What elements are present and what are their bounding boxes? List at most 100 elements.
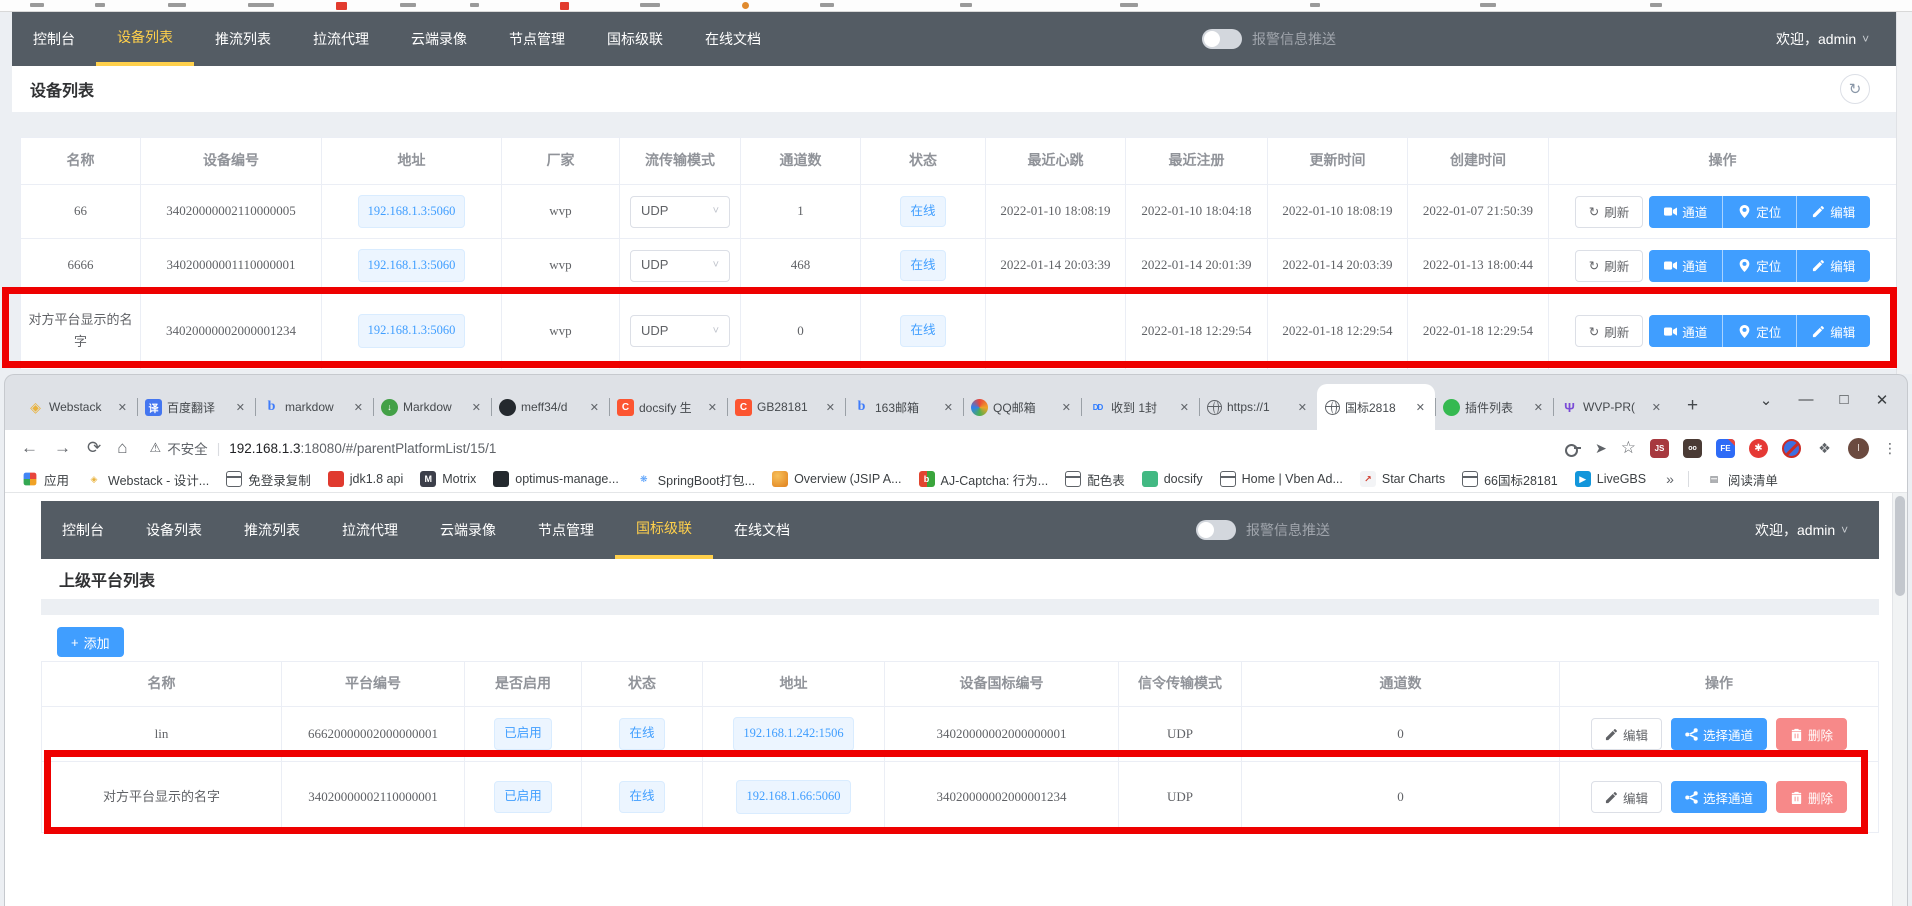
nav-tab-cloud-record[interactable]: 云端录像 bbox=[390, 12, 488, 66]
refresh-device-button[interactable]: ↻刷新 bbox=[1575, 250, 1644, 282]
nav-tab-console[interactable]: 控制台 bbox=[12, 12, 96, 66]
profile-avatar[interactable]: I bbox=[1848, 438, 1869, 459]
delete-platform-button[interactable]: 删除 bbox=[1776, 781, 1847, 813]
locate-button[interactable]: 定位 bbox=[1722, 196, 1796, 228]
password-key-icon[interactable] bbox=[1565, 443, 1581, 453]
close-icon[interactable]: ✕ bbox=[1532, 399, 1545, 416]
home-icon[interactable]: ⌂ bbox=[117, 438, 127, 458]
bookmark-item[interactable]: ◈Webstack - 设计... bbox=[86, 470, 209, 489]
bookmark-item[interactable]: jdk1.8 api bbox=[328, 471, 404, 487]
reload-icon[interactable]: ⟳ bbox=[87, 438, 101, 458]
adblock-extension-icon[interactable]: ✱ bbox=[1749, 439, 1768, 458]
bookmark-star-icon[interactable]: ☆ bbox=[1621, 438, 1636, 458]
user-menu[interactable]: 欢迎，admin ˅ bbox=[1776, 29, 1869, 49]
nav-tab-cloud-record[interactable]: 云端录像 bbox=[419, 501, 517, 559]
json-viewer-extension-icon[interactable]: JS bbox=[1650, 439, 1669, 458]
select-channels-button[interactable]: 选择通道 bbox=[1671, 781, 1767, 813]
nav-tab-pull-proxy[interactable]: 拉流代理 bbox=[321, 501, 419, 559]
nav-tab-node-manage[interactable]: 节点管理 bbox=[488, 12, 586, 66]
bookmark-item[interactable]: 配色表 bbox=[1065, 470, 1125, 489]
refresh-page-button[interactable]: ↻ bbox=[1840, 74, 1870, 104]
minimize-button[interactable]: — bbox=[1791, 391, 1821, 408]
bookmark-item[interactable]: bAJ-Captcha: 行为... bbox=[919, 470, 1049, 489]
nav-tab-node-manage[interactable]: 节点管理 bbox=[517, 501, 615, 559]
nav-tab-pull-proxy[interactable]: 拉流代理 bbox=[292, 12, 390, 66]
edit-device-button[interactable]: 编辑 bbox=[1796, 315, 1870, 347]
nav-tab-online-docs[interactable]: 在线文档 bbox=[713, 501, 811, 559]
transport-select[interactable]: UDP˅ bbox=[630, 196, 730, 228]
close-icon[interactable]: ✕ bbox=[352, 399, 365, 416]
browser-menu-icon[interactable]: ⋮ bbox=[1883, 440, 1897, 457]
browser-tab[interactable]: QQ邮箱✕ bbox=[963, 384, 1081, 430]
address-chip[interactable]: 192.168.1.3:5060 bbox=[358, 195, 466, 228]
close-icon[interactable]: ✕ bbox=[942, 399, 955, 416]
reading-list-button[interactable]: ▤阅读清单 bbox=[1706, 470, 1778, 489]
bookmark-item[interactable]: Home | Vben Ad... bbox=[1220, 471, 1343, 487]
security-label[interactable]: 不安全 bbox=[167, 438, 208, 458]
close-icon[interactable]: ✕ bbox=[116, 399, 129, 416]
alarm-push-toggle[interactable] bbox=[1202, 29, 1242, 49]
close-icon[interactable]: ✕ bbox=[824, 399, 837, 416]
edit-platform-button[interactable]: 编辑 bbox=[1591, 718, 1662, 750]
scrollbar[interactable] bbox=[1892, 493, 1907, 906]
close-icon[interactable]: ✕ bbox=[588, 399, 601, 416]
scrollbar[interactable] bbox=[1896, 12, 1912, 374]
nav-tab-console[interactable]: 控制台 bbox=[41, 501, 125, 559]
browser-tab[interactable]: bmarkdow✕ bbox=[255, 384, 373, 430]
nav-tab-online-docs[interactable]: 在线文档 bbox=[684, 12, 782, 66]
select-channels-button[interactable]: 选择通道 bbox=[1671, 718, 1767, 750]
nav-tab-device-list[interactable]: 设备列表 bbox=[96, 12, 194, 66]
close-icon[interactable]: ✕ bbox=[1060, 399, 1073, 416]
channels-button[interactable]: 通道 bbox=[1649, 250, 1722, 282]
refresh-device-button[interactable]: ↻刷新 bbox=[1575, 196, 1644, 228]
nav-tab-gb-cascade[interactable]: 国标级联 bbox=[615, 501, 713, 559]
maximize-button[interactable]: □ bbox=[1829, 391, 1859, 408]
alarm-push-toggle[interactable] bbox=[1196, 520, 1236, 540]
browser-tab[interactable]: ΨWVP-PR(✕ bbox=[1553, 384, 1671, 430]
delete-platform-button[interactable]: 删除 bbox=[1776, 718, 1847, 750]
bookmark-item[interactable]: ❋SpringBoot打包... bbox=[636, 470, 755, 489]
bookmark-item[interactable]: 免登录复制 bbox=[226, 470, 311, 489]
address-chip[interactable]: 192.168.1.3:5060 bbox=[358, 314, 466, 347]
new-tab-button[interactable]: + bbox=[1687, 395, 1698, 417]
nav-tab-gb-cascade[interactable]: 国标级联 bbox=[586, 12, 684, 66]
scrollbar-thumb[interactable] bbox=[1895, 496, 1905, 596]
edit-device-button[interactable]: 编辑 bbox=[1796, 196, 1870, 228]
close-icon[interactable]: ✕ bbox=[1650, 399, 1663, 416]
browser-tab[interactable]: Cdocsify 生✕ bbox=[609, 384, 727, 430]
send-to-device-icon[interactable]: ➤ bbox=[1595, 440, 1607, 457]
browser-tab-active[interactable]: 国标2818✕ bbox=[1317, 384, 1435, 430]
browser-tab[interactable]: CGB28181✕ bbox=[727, 384, 845, 430]
close-window-button[interactable]: ✕ bbox=[1867, 391, 1897, 409]
blocker-extension-icon[interactable] bbox=[1782, 439, 1801, 458]
browser-tab[interactable]: meff34/d✕ bbox=[491, 384, 609, 430]
locate-button[interactable]: 定位 bbox=[1722, 315, 1796, 347]
user-menu[interactable]: 欢迎，admin ˅ bbox=[1755, 520, 1848, 540]
close-icon[interactable]: ✕ bbox=[1296, 399, 1309, 416]
nav-tab-device-list[interactable]: 设备列表 bbox=[125, 501, 223, 559]
channels-button[interactable]: 通道 bbox=[1649, 196, 1722, 228]
forward-icon[interactable]: → bbox=[54, 438, 71, 458]
edit-platform-button[interactable]: 编辑 bbox=[1591, 781, 1662, 813]
bookmark-item[interactable]: ↗Star Charts bbox=[1360, 471, 1445, 487]
close-icon[interactable]: ✕ bbox=[1414, 399, 1427, 416]
browser-tab[interactable]: ↓Markdow✕ bbox=[373, 384, 491, 430]
browser-tab[interactable]: ◈Webstack✕ bbox=[19, 384, 137, 430]
bookmarks-overflow-icon[interactable]: » bbox=[1666, 471, 1674, 487]
nav-tab-push-list[interactable]: 推流列表 bbox=[223, 501, 321, 559]
bookmark-item[interactable]: MMotrix bbox=[420, 471, 476, 487]
browser-tab[interactable]: DD收到 1封✕ bbox=[1081, 384, 1199, 430]
browser-tab[interactable]: 译百度翻译✕ bbox=[137, 384, 255, 430]
address-bar[interactable]: ⚠ 不安全 | 192.168.1.3 :18080/#/parentPlatf… bbox=[150, 438, 497, 458]
edit-device-button[interactable]: 编辑 bbox=[1796, 250, 1870, 282]
user-agent-extension-icon[interactable]: oo bbox=[1683, 439, 1702, 458]
transport-select[interactable]: UDP˅ bbox=[630, 315, 730, 347]
close-icon[interactable]: ✕ bbox=[1178, 399, 1191, 416]
back-icon[interactable]: ← bbox=[21, 438, 38, 458]
extensions-puzzle-icon[interactable]: ❖ bbox=[1815, 439, 1834, 458]
browser-tab[interactable]: b163邮箱✕ bbox=[845, 384, 963, 430]
browser-tab[interactable]: https://1✕ bbox=[1199, 384, 1317, 430]
address-chip[interactable]: 192.168.1.66:5060 bbox=[736, 780, 850, 813]
address-chip[interactable]: 192.168.1.242:1506 bbox=[733, 717, 853, 750]
address-chip[interactable]: 192.168.1.3:5060 bbox=[358, 249, 466, 282]
